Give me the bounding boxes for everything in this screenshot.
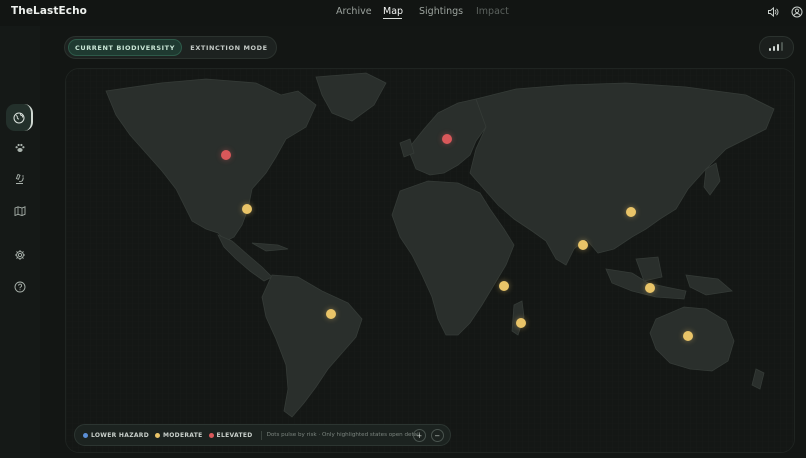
- legend-elevated-label: ELEVATED: [216, 431, 253, 439]
- legend-lower-hazard: LOWER HAZARD: [83, 432, 149, 439]
- main-nav: Archive Map Sightings Impact: [0, 0, 806, 26]
- legend-elevated: ELEVATED: [208, 431, 253, 439]
- nav-active-indicator: [383, 18, 402, 19]
- top-bar: TheLastEcho Archive Map Sightings Impact: [0, 0, 806, 26]
- world-map[interactable]: [65, 68, 795, 453]
- zoom-in-button[interactable]: +: [413, 429, 426, 442]
- sidebar-item-globe[interactable]: [6, 104, 33, 131]
- sidebar: [0, 26, 40, 458]
- risk-marker-moderate[interactable]: [683, 331, 693, 341]
- sidebar-item-help[interactable]: [6, 273, 33, 300]
- sidebar-item-species[interactable]: [6, 134, 33, 161]
- microscope-icon: [15, 173, 24, 184]
- paw-icon: [15, 143, 24, 152]
- risk-marker-elevated[interactable]: [442, 134, 452, 144]
- legend-note: Dots pulse by risk · Only highlighted st…: [266, 432, 421, 438]
- user-account-icon[interactable]: [791, 6, 803, 18]
- risk-marker-moderate[interactable]: [499, 281, 509, 291]
- risk-marker-moderate[interactable]: [516, 318, 526, 328]
- sidebar-item-settings[interactable]: [6, 241, 33, 268]
- help-icon: [14, 281, 25, 292]
- risk-marker-moderate[interactable]: [242, 204, 252, 214]
- risk-marker-moderate[interactable]: [578, 240, 588, 250]
- risk-marker-moderate[interactable]: [326, 309, 336, 319]
- sidebar-item-layers[interactable]: [6, 197, 33, 224]
- map-layers-icon: [14, 205, 25, 216]
- elevated-swatch: [208, 432, 214, 438]
- signal-strength-button[interactable]: [759, 36, 794, 59]
- risk-marker-moderate[interactable]: [626, 207, 636, 217]
- risk-legend: LOWER HAZARD MODERATE ELEVATED Dots puls…: [74, 424, 451, 446]
- legend-moderate-label: MODERATE: [163, 431, 203, 439]
- current-biodiversity-button[interactable]: CURRENT BIODIVERSITY: [68, 39, 182, 56]
- risk-marker-moderate[interactable]: [645, 283, 655, 293]
- nav-impact: Impact: [476, 6, 509, 17]
- nav-map[interactable]: Map: [383, 6, 403, 17]
- gear-icon: [14, 249, 25, 260]
- globe-icon: [13, 112, 24, 123]
- legend-divider: [260, 430, 262, 440]
- legend-moderate: MODERATE: [155, 432, 203, 439]
- biodiversity-mode-toggle: CURRENT BIODIVERSITY EXTINCTION MODE: [64, 36, 277, 59]
- lower-hazard-swatch: [83, 432, 88, 438]
- risk-marker-elevated[interactable]: [221, 150, 231, 160]
- speaker-icon[interactable]: [767, 6, 779, 18]
- extinction-mode-button[interactable]: EXTINCTION MODE: [183, 39, 275, 56]
- legend-lower-hazard-label: LOWER HAZARD: [91, 431, 149, 439]
- zoom-out-button[interactable]: −: [431, 429, 444, 442]
- nav-sightings[interactable]: Sightings: [419, 6, 463, 17]
- nav-archive[interactable]: Archive: [336, 6, 372, 17]
- moderate-swatch: [155, 432, 160, 438]
- world-map-continents: [66, 69, 794, 452]
- sidebar-item-research[interactable]: [6, 165, 33, 192]
